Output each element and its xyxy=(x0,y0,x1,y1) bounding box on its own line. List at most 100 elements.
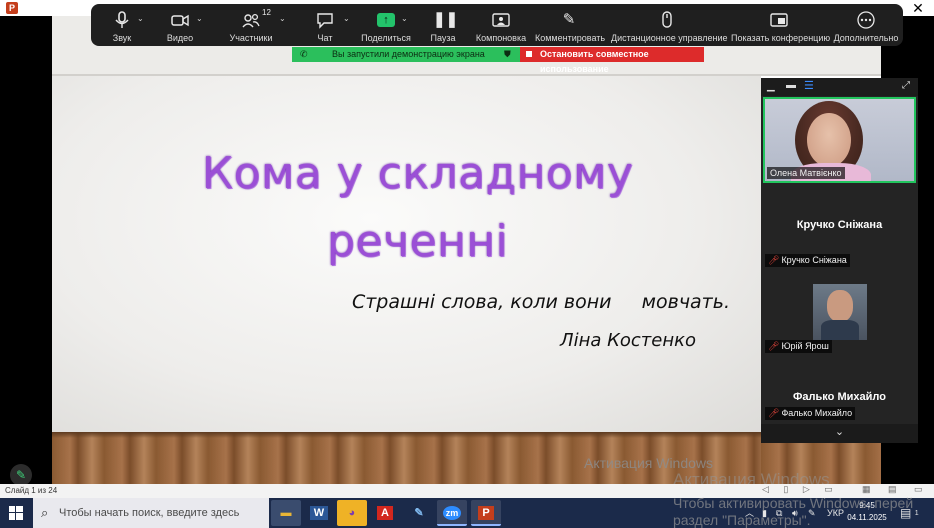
participant-4-name: Фалько Михайло xyxy=(793,391,886,403)
annotate-button[interactable]: ✎ Комментировать xyxy=(535,4,606,46)
participant-3-face xyxy=(827,290,853,322)
participant-3-suit xyxy=(821,320,859,340)
sharing-status-banner: ✆ Вы запустили демонстрацию экрана ⛊ xyxy=(292,47,520,62)
powerpoint-app-icon: P xyxy=(6,2,18,14)
gallery-view-icon[interactable]: ☰ xyxy=(804,79,814,92)
expand-icon[interactable]: ⤢ xyxy=(902,80,910,91)
participants-chevron-icon[interactable]: ⌄ xyxy=(279,14,286,23)
remote-control-button[interactable]: Дистанционное управление xyxy=(611,4,728,46)
search-placeholder: Чтобы начать поиск, введите здесь запрос xyxy=(59,507,240,519)
stop-share-label: Остановить совместное использование xyxy=(540,49,649,74)
taskbar-search-box[interactable]: ⌕ Чтобы начать поиск, введите здесь запр… xyxy=(33,498,269,528)
participants-button[interactable]: 12 ⌄ Участники xyxy=(223,4,286,46)
powerpoint-icon: P xyxy=(478,506,494,520)
slide-title: Кома у складному реченні xyxy=(160,140,675,276)
zoom-icon: zm xyxy=(442,506,462,520)
chat-icon xyxy=(317,13,333,29)
stop-share-button[interactable]: Остановить совместное использование xyxy=(520,47,704,74)
remote-control-label: Дистанционное управление xyxy=(611,33,728,43)
view-controls-icon[interactable]: ◁ ▯ ▷ ▭ xyxy=(762,484,839,495)
video-button[interactable]: ⌄ Видео xyxy=(155,4,205,46)
share-screen-button[interactable]: ↑ ⌄ Поделиться xyxy=(361,4,411,46)
activation-watermark-1: Активация Windows xyxy=(584,455,714,471)
active-speaker-tile[interactable]: Олена Матвієнко xyxy=(763,97,916,183)
show-meeting-button[interactable]: Показать конференцию xyxy=(731,4,831,46)
audio-button[interactable]: ⌄ Звук xyxy=(97,4,147,46)
show-meeting-icon xyxy=(770,13,788,27)
pause-share-button[interactable]: ❚❚ Пауза xyxy=(421,4,465,46)
reading-view-icon[interactable]: ▤ xyxy=(888,484,897,495)
paint-icon: ✎ xyxy=(414,507,424,519)
participant-3-photo xyxy=(813,284,867,340)
audio-chevron-icon[interactable]: ⌄ xyxy=(137,14,144,23)
pen-icon: ✎ xyxy=(15,468,27,482)
normal-view-icon[interactable]: ▦ xyxy=(862,484,871,495)
chat-label: Чат xyxy=(317,33,333,43)
windows-logo-icon xyxy=(9,506,23,520)
share-chevron-icon[interactable]: ⌄ xyxy=(401,14,408,23)
close-toolbar-button[interactable]: ✕ xyxy=(908,0,928,16)
participants-count-badge: 12 xyxy=(262,8,271,17)
video-label: Видео xyxy=(166,33,194,43)
taskbar-acrobat[interactable]: A xyxy=(370,500,400,526)
microphone-icon xyxy=(115,11,129,28)
chat-button[interactable]: ⌄ Чат xyxy=(301,4,350,46)
activation-watermark-4: раздел "Параметры". xyxy=(673,512,811,528)
mouse-icon xyxy=(662,11,672,28)
pause-icon: ❚❚ xyxy=(433,11,459,28)
scroll-down-chevron-icon[interactable]: ⌄ xyxy=(761,424,918,443)
sharing-status-text: Вы запустили демонстрацию экрана xyxy=(332,49,485,59)
muted-mic-icon: 🎤︎ xyxy=(768,255,780,265)
video-chevron-icon[interactable]: ⌄ xyxy=(196,14,203,23)
show-meeting-label: Показать конференцию xyxy=(731,33,831,43)
slide-counter: Слайд 1 из 24 xyxy=(5,486,58,495)
participant-face xyxy=(807,113,851,167)
taskbar-paint[interactable]: ✎ xyxy=(404,500,434,526)
taskbar-file-explorer[interactable]: ▬ xyxy=(271,500,301,526)
share-label: Поделиться xyxy=(361,33,411,43)
slide-title-line-1: Кома у складному xyxy=(201,148,634,199)
more-label: Дополнительно xyxy=(833,33,899,43)
more-button[interactable]: Дополнительно xyxy=(833,4,899,46)
pause-label: Пауза xyxy=(430,33,456,43)
participant-2-name: Кручко Сніжана xyxy=(796,219,883,231)
shield-icon: ⛊ xyxy=(504,49,511,59)
participants-video-panel: ▁ ▬ ☰ ⤢ Олена Матвієнко Кручко Сніжана 🎤… xyxy=(761,78,918,443)
chat-chevron-icon[interactable]: ⌄ xyxy=(343,14,350,23)
participants-label: Участники xyxy=(229,33,273,43)
video-camera-icon xyxy=(171,14,189,27)
pencil-icon: ✎ xyxy=(562,11,576,28)
more-icon xyxy=(857,11,875,29)
taskbar-viber[interactable]: ◕ xyxy=(337,500,367,526)
participant-3-tag-label: Юрій Ярош xyxy=(781,341,829,351)
share-screen-icon: ↑ xyxy=(377,13,395,27)
audio-label: Звук xyxy=(112,33,132,43)
activation-watermark-3: Чтобы активировать Windows, перей xyxy=(673,495,914,511)
participant-2-tag-label: Кручко Сніжана xyxy=(781,255,847,265)
minimize-icon[interactable]: ▁ xyxy=(767,81,775,92)
stop-square-icon xyxy=(526,51,532,57)
slideshow-view-icon[interactable]: ▭ xyxy=(914,484,923,495)
participant-4-tag-label: Фалько Михайло xyxy=(781,408,853,418)
left-letterbox xyxy=(0,16,52,484)
annotate-label: Комментировать xyxy=(535,33,606,43)
participant-4-tag: 🎤︎ Фалько Михайло xyxy=(765,407,856,420)
windows-start-button[interactable] xyxy=(0,498,32,528)
word-icon: W xyxy=(309,506,329,520)
active-speaker-name: Олена Матвієнко xyxy=(767,167,845,179)
thumbnail-view-icon[interactable]: ▬ xyxy=(786,80,796,91)
panel-header: ▁ ▬ ☰ ⤢ xyxy=(761,78,918,96)
taskbar-powerpoint[interactable]: P xyxy=(471,500,501,526)
layout-button[interactable]: Компоновка xyxy=(473,4,529,46)
taskbar-zoom[interactable]: zm xyxy=(437,500,467,526)
annotation-pen-button[interactable]: ✎ xyxy=(10,464,32,486)
slide-author: Ліна Костенко xyxy=(560,330,696,351)
layout-icon xyxy=(492,13,510,27)
layout-label: Компоновка xyxy=(475,33,527,43)
phone-icon: ✆ xyxy=(300,49,308,59)
acrobat-icon: A xyxy=(377,506,393,520)
taskbar-word[interactable]: W xyxy=(304,500,334,526)
participant-3-tag: 🎤︎ Юрій Ярош xyxy=(765,340,832,353)
muted-mic-icon: 🎤︎ xyxy=(768,408,780,418)
participant-2-tag: 🎤︎ Кручко Сніжана xyxy=(765,254,850,267)
